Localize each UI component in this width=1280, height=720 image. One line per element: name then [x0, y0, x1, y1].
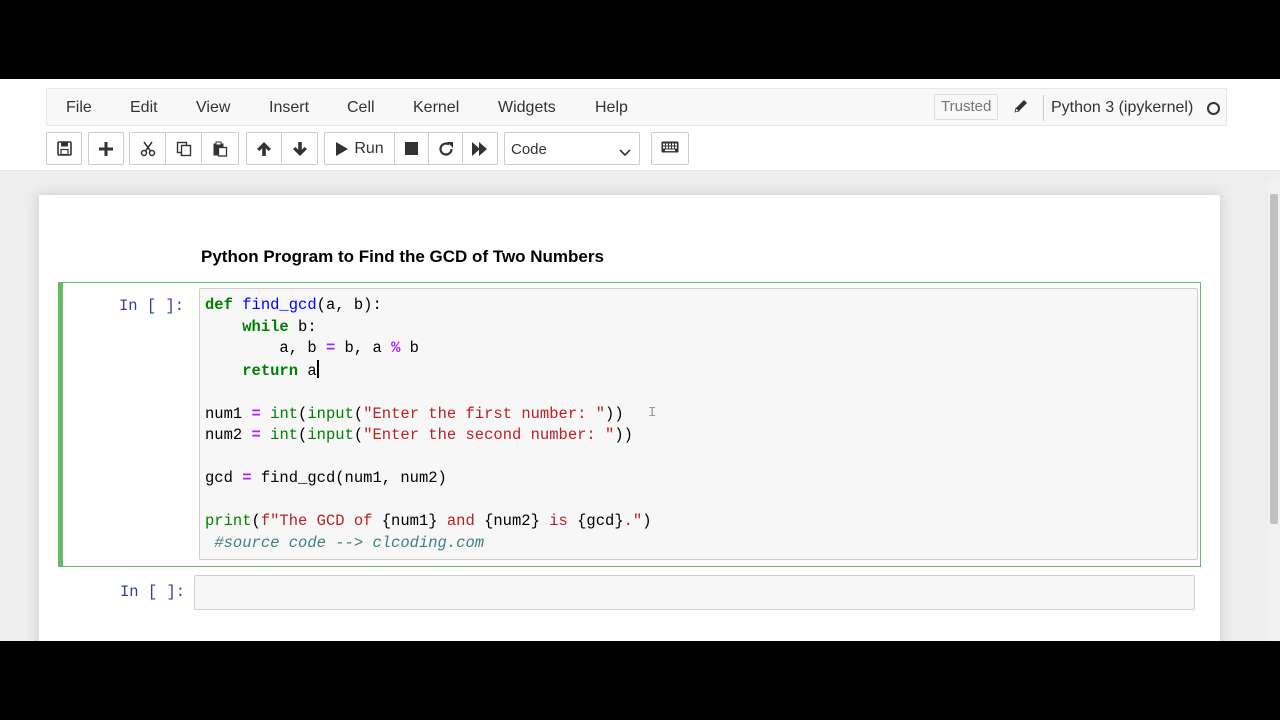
play-icon	[335, 141, 349, 156]
scissors-icon	[140, 141, 156, 157]
insert-cell-button[interactable]	[89, 133, 123, 164]
save-group	[46, 132, 82, 165]
move-down-button[interactable]	[282, 133, 317, 164]
menu-cell[interactable]: Cell	[347, 99, 375, 117]
keyboard-icon	[661, 140, 679, 158]
empty-code-cell[interactable]	[194, 575, 1195, 610]
cut-button[interactable]	[130, 133, 166, 164]
menu-help[interactable]: Help	[595, 99, 628, 117]
text-cursor	[316, 359, 319, 378]
arrow-down-icon	[292, 141, 308, 157]
save-icon	[56, 141, 72, 156]
paste-icon	[212, 141, 228, 157]
paste-button[interactable]	[202, 133, 238, 164]
insert-group	[88, 132, 124, 165]
run-button[interactable]: Run	[325, 133, 395, 164]
header: File Edit View Insert Cell Kernel Widget…	[0, 79, 1280, 171]
arrow-up-icon	[256, 141, 272, 157]
code-text[interactable]: def find_gcd(a, b): while b: a, b = b, a…	[205, 295, 652, 554]
run-label: Run	[354, 139, 384, 157]
page-scrollbar[interactable]	[1268, 180, 1280, 641]
run-all-button[interactable]	[463, 133, 497, 164]
restart-button[interactable]	[429, 133, 463, 164]
jupyter-window: File Edit View Insert Cell Kernel Widget…	[0, 79, 1280, 641]
kernel-separator	[1043, 95, 1044, 121]
chevron-down-icon	[619, 144, 631, 161]
markdown-title[interactable]: Python Program to Find the GCD of Two Nu…	[201, 247, 604, 267]
menu-file[interactable]: File	[66, 99, 92, 117]
cell-type-value: Code	[511, 141, 547, 158]
run-group: Run	[324, 132, 498, 165]
kernel-name[interactable]: Python 3 (ipykernel)	[1051, 99, 1193, 117]
stop-icon	[405, 142, 418, 155]
trusted-indicator[interactable]: Trusted	[934, 94, 999, 120]
menu-widgets[interactable]: Widgets	[498, 99, 556, 117]
interrupt-button[interactable]	[395, 133, 429, 164]
toolbar: Run Code	[0, 131, 1280, 167]
scrollbar-thumb[interactable]	[1270, 194, 1278, 524]
fast-forward-icon	[472, 141, 488, 156]
code-editor[interactable]: def find_gcd(a, b): while b: a, b = b, a…	[199, 288, 1198, 560]
cell-prompt: In [ ]:	[119, 297, 185, 315]
cell2-prompt: In [ ]:	[120, 583, 186, 601]
mouse-ibeam-icon: I	[648, 405, 657, 421]
menubar: File Edit View Insert Cell Kernel Widget…	[46, 88, 1227, 126]
move-up-button[interactable]	[247, 133, 282, 164]
menu-view[interactable]: View	[196, 99, 230, 117]
edit-group	[129, 132, 239, 165]
kernel-idle-icon	[1207, 102, 1220, 115]
copy-icon	[176, 141, 192, 157]
code-cell-selected[interactable]: In [ ]: def find_gcd(a, b): while b: a, …	[58, 282, 1201, 567]
menu-kernel[interactable]: Kernel	[413, 99, 459, 117]
copy-button[interactable]	[166, 133, 202, 164]
pencil-icon[interactable]	[1013, 98, 1029, 114]
menu-insert[interactable]: Insert	[269, 99, 309, 117]
restart-icon	[438, 141, 454, 157]
menu-edit[interactable]: Edit	[130, 99, 158, 117]
plus-icon	[99, 141, 113, 156]
save-button[interactable]	[47, 133, 81, 164]
command-palette-button[interactable]	[651, 132, 689, 165]
move-group	[246, 132, 318, 165]
cell-type-select[interactable]: Code	[504, 132, 640, 165]
notebook-container: Python Program to Find the GCD of Two Nu…	[39, 195, 1220, 641]
